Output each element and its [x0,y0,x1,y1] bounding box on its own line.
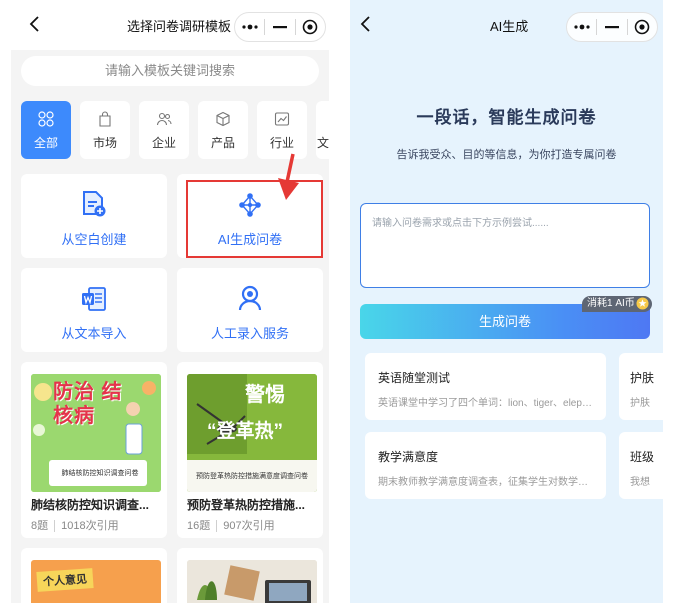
template-thumbnail: 警惕 “登革热” 预防登革热防控措施满意度调查问卷 [187,374,317,492]
tab-all[interactable]: 全部 [21,101,71,159]
cost-badge-text: 消耗1 AI币 [587,298,635,309]
example-desc: 护肤 [630,398,650,409]
hero-heading: 一段话，智能生成问卷 [416,108,597,127]
back-arrow-icon[interactable] [354,12,378,36]
example-title: 班级 [630,450,655,464]
template-select-screen: 选择问卷调研模板 请输入模板关键词搜索 全部 市场 企业 产品 行业 文 从空白… [11,0,329,603]
grid-icon [38,111,54,127]
close-target-icon[interactable] [296,13,325,41]
template-thumbnail [187,560,317,603]
tab-product[interactable]: 产品 [198,101,248,159]
search-input[interactable]: 请输入模板关键词搜索 [21,56,319,86]
blank-doc-icon [83,191,106,217]
mini-program-capsule [234,12,326,42]
minimize-icon[interactable] [597,13,626,41]
category-tabs: 全部 市场 企业 产品 行业 文 [21,101,329,159]
page-title: AI生成 [490,19,529,34]
hero-subtitle: 告诉我受众、目的等信息，为你打造专属问卷 [396,149,617,161]
example-title: 英语随堂测试 [378,371,451,385]
tab-label: 全部 [33,136,58,150]
tab-market[interactable]: 市场 [80,101,130,159]
more-menu-icon[interactable] [235,13,264,41]
tab-label: 文 [316,136,329,150]
desk-photo-illustration [187,560,317,603]
template-card[interactable]: 警惕 “登革热” 预防登革热防控措施满意度调查问卷 预防登革热防控措施... 1… [177,362,323,538]
create-blank-label: 从空白创建 [61,232,127,247]
more-menu-icon[interactable] [567,13,596,41]
tab-more[interactable]: 文 [316,101,329,159]
page-title: 选择问卷调研模板 [127,19,232,34]
template-thumbnail: 个人意见 [31,560,161,603]
close-target-icon[interactable] [628,13,657,41]
example-title: 教学满意度 [378,450,439,464]
people-icon [156,112,172,126]
thumbnail-headline-2: “登革热” [207,421,284,442]
create-blank-card[interactable]: 从空白创建 [21,174,167,258]
template-meta: 8题 1018次引用 [31,517,119,533]
example-card[interactable]: 班级 我想 [619,432,663,499]
template-card[interactable] [177,548,323,603]
question-count: 8题 [31,520,49,532]
tab-industry[interactable]: 行业 [257,101,307,159]
use-count: 907次引用 [216,520,275,532]
import-text-label: 从文本导入 [61,326,127,341]
tab-label: 行业 [269,136,294,150]
example-card[interactable]: 护肤 护肤 [619,353,663,420]
red-arrow-icon [278,153,299,200]
requirement-input[interactable] [360,203,650,288]
template-name: 预防登革热防控措施... [187,498,306,512]
word-doc-icon [82,287,106,311]
ai-generate-screen: AI生成 一段话，智能生成问卷 告诉我受众、目的等信息，为你打造专属问卷 生成问… [350,0,663,603]
cost-badge: 消耗1 AI币 [582,296,652,312]
person-service-icon [238,285,262,311]
minimize-icon[interactable] [265,13,294,41]
tab-label: 市场 [92,136,117,150]
example-desc: 英语课堂中学习了四个单词：lion、tiger、elephant [378,398,596,409]
chart-icon [274,112,290,126]
bag-icon [99,111,111,127]
thumbnail-headline: 个人意见 [36,568,94,592]
example-card[interactable]: 教学满意度 期末教师教学满意度调查表，征集学生对数学老师的意见 [365,432,606,499]
back-arrow-icon[interactable] [23,12,47,36]
thumbnail-caption: 肺结核防控知识调查问卷 [61,470,139,477]
template-card[interactable]: 防治 结核病 肺结核防控知识调查问卷 肺结核防控知识调查... 8题 1018次引… [21,362,167,538]
manual-entry-label: 人工录入服务 [210,326,289,341]
question-count: 16题 [187,520,211,532]
tab-label: 产品 [210,136,235,150]
top-bar: AI生成 [350,0,663,50]
thumbnail-headline-1: 警惕 [245,384,285,406]
thumbnail-headline: 防治 结核病 [53,381,123,427]
template-card[interactable]: 个人意见 [21,548,167,603]
example-title: 护肤 [630,371,655,385]
example-card[interactable]: 英语随堂测试 英语课堂中学习了四个单词：lion、tiger、elephant [365,353,606,420]
template-thumbnail: 防治 结核病 肺结核防控知识调查问卷 [31,374,161,492]
template-meta: 16题 907次引用 [187,517,275,533]
box-icon [216,111,230,127]
manual-entry-card[interactable]: 人工录入服务 [177,268,323,352]
use-count: 1018次引用 [54,520,119,532]
top-bar: 选择问卷调研模板 [11,0,329,50]
template-name: 肺结核防控知识调查... [31,498,150,512]
example-desc: 期末教师教学满意度调查表，征集学生对数学老师的意见 [378,477,596,488]
import-text-card[interactable]: 从文本导入 [21,268,167,352]
example-desc: 我想 [630,477,650,488]
mini-program-capsule [566,12,658,42]
tab-label: 企业 [151,136,176,150]
coin-star-icon [636,297,649,310]
thumbnail-caption: 预防登革热防控措施满意度调查问卷 [196,473,308,480]
tab-enterprise[interactable]: 企业 [139,101,189,159]
